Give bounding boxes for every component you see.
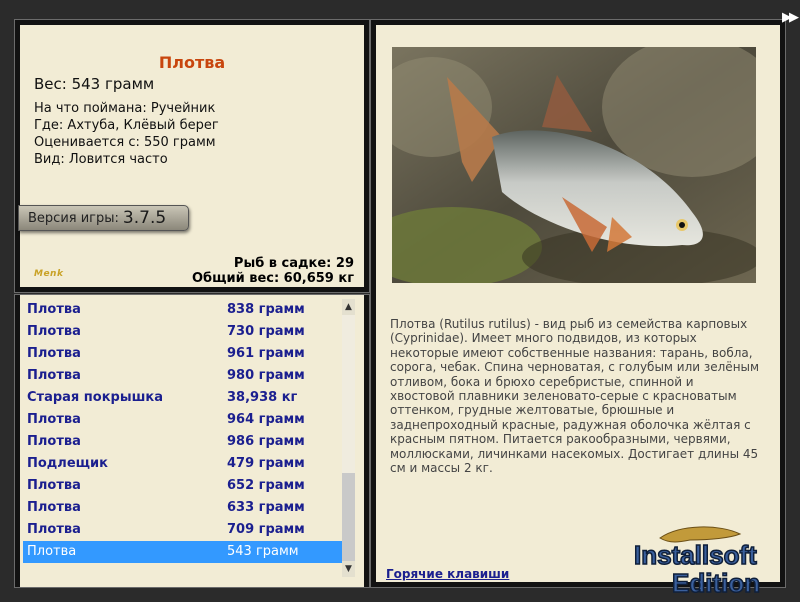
detail-panel: Плотва (Rutilus rutilus) - вид рыб из се… <box>376 25 780 582</box>
catch-list-item[interactable]: Плотва 730 грамм <box>23 321 342 343</box>
arrow-up-icon[interactable]: ▲ <box>342 299 355 315</box>
catch-list-item[interactable]: Плотва 709 грамм <box>23 519 342 541</box>
arrow-down-icon[interactable]: ▼ <box>342 561 355 577</box>
double-arrow-right-icon[interactable]: ▶▶ <box>782 10 799 25</box>
catch-name: Плотва <box>27 434 81 449</box>
catch-name: Плотва <box>27 544 77 559</box>
catch-weight: 838 грамм <box>227 302 305 317</box>
developer-logo: Menk <box>34 269 64 279</box>
catch-name: Подлещик <box>27 456 108 471</box>
info-frame: Плотва Вес: 543 грамм На что поймана: Ру… <box>14 19 370 293</box>
catch-name: Плотва <box>27 324 81 339</box>
catch-weight: 709 грамм <box>227 522 305 537</box>
catch-list-item[interactable]: Плотва 986 грамм <box>23 431 342 453</box>
fish-weight: Вес: 543 грамм <box>34 75 155 93</box>
catch-weight: 986 грамм <box>227 434 305 449</box>
catch-weight: 652 грамм <box>227 478 305 493</box>
version-badge: Версия игры: 3.7.5 <box>18 205 189 231</box>
catch-name: Плотва <box>27 522 81 537</box>
catch-weight: 730 грамм <box>227 324 305 339</box>
lizard-logo-icon: Installsoft Edition <box>633 526 761 599</box>
catch-list-frame: Плотва 838 грамм Плотва 730 грамм Плотва 96… <box>14 294 370 588</box>
fish-count: Рыб в садке: 29 <box>233 256 354 271</box>
catch-name: Плотва <box>27 478 81 493</box>
catch-weight: 38,938 кг <box>227 390 298 405</box>
catch-name: Плотва <box>27 368 81 383</box>
catch-list-item[interactable]: Плотва 838 грамм <box>23 299 342 321</box>
catch-list-panel: Плотва 838 грамм Плотва 730 грамм Плотва 96… <box>20 295 364 587</box>
roach-fish-image <box>392 47 756 283</box>
version-label: Версия игры: <box>28 210 119 226</box>
catch-list-item[interactable]: Подлещик 479 грамм <box>23 453 342 475</box>
catch-list[interactable]: Плотва 838 грамм Плотва 730 грамм Плотва 96… <box>23 299 342 563</box>
scroll-thumb[interactable] <box>342 473 355 561</box>
fish-photo <box>392 47 756 283</box>
fish-bait: На что поймана: Ручейник <box>34 101 216 116</box>
catch-list-item[interactable]: Старая покрышка 38,938 кг <box>23 387 342 409</box>
catch-weight: 980 грамм <box>227 368 305 383</box>
catch-list-item[interactable]: Плотва 652 грамм <box>23 475 342 497</box>
catch-name: Плотва <box>27 346 81 361</box>
catch-weight: 543 грамм <box>227 544 299 559</box>
catch-weight: 961 грамм <box>227 346 305 361</box>
hotkeys-link[interactable]: Горячие клавиши <box>386 567 509 581</box>
catch-weight: 964 грамм <box>227 412 305 427</box>
detail-frame: Плотва (Rutilus rutilus) - вид рыб из се… <box>370 19 786 588</box>
version-value: 3.7.5 <box>122 208 167 228</box>
catch-list-item[interactable]: Плотва 980 грамм <box>23 365 342 387</box>
installsoft-watermark: Installsoft Edition <box>630 520 798 599</box>
fish-title: Плотва <box>158 53 226 72</box>
scroll-track[interactable] <box>342 315 355 561</box>
catch-list-item[interactable]: Плотва 964 грамм <box>23 409 342 431</box>
info-panel: Плотва Вес: 543 грамм На что поймана: Ру… <box>18 25 364 287</box>
brand-line1: Installsoft <box>634 540 757 570</box>
catch-weight: 633 грамм <box>227 500 305 515</box>
catch-stats: Рыб в садке: 29 Общий вес: 60,659 кг <box>192 256 354 286</box>
catch-name: Плотва <box>27 412 81 427</box>
catch-weight: 479 грамм <box>227 456 305 471</box>
catch-name: Плотва <box>27 302 81 317</box>
catch-list-item-selected[interactable]: Плотва 543 грамм <box>23 541 342 563</box>
fish-location: Где: Ахтуба, Клёвый берег <box>34 118 219 133</box>
total-weight: Общий вес: 60,659 кг <box>191 271 354 286</box>
brand-line2: Edition <box>672 568 760 598</box>
catch-name: Плотва <box>27 500 81 515</box>
fish-rated: Оценивается с: 550 грамм <box>34 135 216 150</box>
fish-details: На что поймана: Ручейник Где: Ахтуба, Кл… <box>34 100 219 168</box>
fish-description: Плотва (Rutilus rutilus) - вид рыб из се… <box>390 317 760 476</box>
list-scrollbar[interactable]: ▲ ▼ <box>342 299 355 577</box>
fish-type: Вид: Ловится часто <box>34 152 168 167</box>
catch-name: Старая покрышка <box>27 390 163 405</box>
catch-list-item[interactable]: Плотва 633 грамм <box>23 497 342 519</box>
catch-list-item[interactable]: Плотва 961 грамм <box>23 343 342 365</box>
